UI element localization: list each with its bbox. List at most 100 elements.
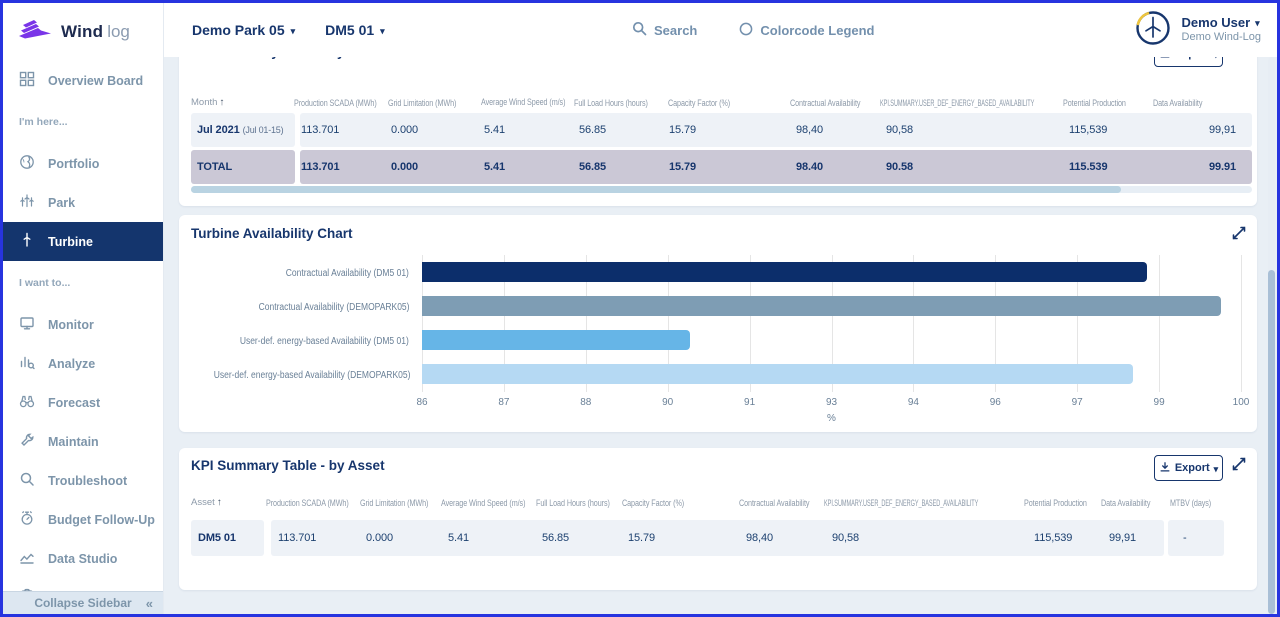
- sidebar-item-park[interactable]: Park: [3, 183, 163, 222]
- search-button[interactable]: Search: [632, 21, 697, 39]
- sidebar-item-portfolio[interactable]: Portfolio: [3, 144, 163, 183]
- bar-category-label-text: User-def. energy-based Availability (DEM…: [214, 359, 411, 393]
- colorcode-legend-button[interactable]: Colorcode Legend: [739, 22, 874, 39]
- sidebar-item-label: Data Studio: [48, 552, 117, 566]
- topbar: Demo Park 05 ▾ DM5 01 ▾ Search Colorcode…: [164, 3, 1277, 57]
- circle-icon: [739, 22, 753, 39]
- wind-farm-icon: [19, 193, 35, 212]
- sidebar-item-label: Monitor: [48, 318, 94, 332]
- sidebar-item-turbine[interactable]: Turbine: [3, 222, 163, 261]
- bar-category-label-text: Contractual Availability (DEMOPARK05): [258, 291, 409, 325]
- x-tick-label: 86: [416, 397, 427, 408]
- sidebar-item-budget-follow-up[interactable]: Budget Follow-Up: [3, 500, 163, 539]
- sidebar-item-label: Portfolio: [48, 157, 99, 171]
- park-selector-dropdown[interactable]: Demo Park 05 ▾: [192, 22, 295, 38]
- cell-value: 115.539: [1069, 161, 1107, 173]
- table-row: DM5 01113.7010.0005.4156.8515.7998,4090,…: [179, 520, 1257, 556]
- kpi-summary-month-card: KPI Summary Table - by Month Export ▾ Mo…: [179, 57, 1257, 206]
- download-icon: [1159, 57, 1171, 62]
- expand-icon[interactable]: [1231, 225, 1247, 241]
- cell-value: 99,91: [1109, 532, 1136, 544]
- bar-row: [422, 255, 1241, 289]
- vertical-scrollbar-thumb[interactable]: [1268, 270, 1275, 614]
- x-tick-label: 88: [580, 397, 591, 408]
- bar-row: [422, 323, 1241, 357]
- cell-value: 15.79: [669, 161, 696, 173]
- cell-value: 56.85: [542, 532, 569, 544]
- wrench-icon: [19, 432, 35, 451]
- brand-name: Windlog: [61, 22, 130, 42]
- column-header: Contractual Availability: [790, 98, 860, 108]
- sidebar-item-data-studio[interactable]: Data Studio: [3, 539, 163, 578]
- sidebar-item-label: Overview Board: [48, 74, 143, 88]
- user-menu[interactable]: Demo User▾ Demo Wind-Log: [1134, 3, 1261, 57]
- column-header: Grid Limitation (MWh): [388, 98, 456, 108]
- sidebar-item-label: Analyze: [48, 357, 95, 371]
- topbar-center: Search Colorcode Legend: [632, 3, 875, 57]
- x-tick-label: 99: [1154, 397, 1165, 408]
- cell-value: 15.79: [669, 124, 696, 136]
- chevron-down-icon: ▾: [1255, 16, 1260, 31]
- avatar: [1134, 9, 1172, 52]
- sidebar-item-label: Budget Follow-Up: [48, 513, 155, 527]
- expand-icon[interactable]: [1231, 456, 1247, 472]
- bar-row: [422, 357, 1241, 391]
- x-tick-label: 93: [826, 397, 837, 408]
- mtbv-value: -: [1183, 532, 1187, 544]
- row-label: DM5 01: [198, 532, 236, 544]
- column-header: Grid Limitation (MWh): [360, 498, 428, 508]
- chart-x-axis: 86878890919394969799100: [422, 397, 1241, 410]
- horizontal-scrollbar-thumb[interactable]: [191, 186, 1121, 193]
- line-chart-icon: [19, 549, 35, 568]
- turbine-selector-label: DM5 01: [325, 22, 374, 38]
- stopwatch-icon: [19, 510, 35, 529]
- asset-table-header: Asset↑Production SCADA (MWh)Grid Limitat…: [179, 488, 1257, 508]
- user-info: Demo User▾ Demo Wind-Log: [1182, 15, 1261, 45]
- row-label: Jul 2021 (Jul 01-15): [197, 124, 283, 136]
- sidebar-item-overview-board[interactable]: Overview Board: [3, 61, 163, 100]
- cell-value: 99.91: [1209, 161, 1236, 173]
- bar-category-label: User-def. energy-based Availability (DM5…: [179, 323, 409, 357]
- export-button[interactable]: Export ▾: [1154, 455, 1223, 481]
- sidebar-item-maintain[interactable]: Maintain: [3, 422, 163, 461]
- x-tick-label: 91: [744, 397, 755, 408]
- sidebar-item-monitor[interactable]: Monitor: [3, 305, 163, 344]
- column-header: KPI.SUMMARY.USER_DEF_ENERGY_BASED_AVAILA…: [880, 98, 1034, 108]
- sidebar-item-label: Turbine: [48, 235, 93, 249]
- cell-value: 56.85: [579, 161, 606, 173]
- monitor-icon: [19, 315, 35, 334]
- user-name[interactable]: Demo User▾: [1182, 15, 1260, 30]
- column-header-sort[interactable]: Month↑: [191, 97, 224, 108]
- table-row: TOTAL 113.7010.0005.4156.8515.7998.4090.…: [179, 150, 1257, 184]
- context-selectors: Demo Park 05 ▾ DM5 01 ▾: [192, 3, 385, 57]
- availability-bar: [422, 364, 1133, 384]
- cell-value: 98,40: [746, 532, 773, 544]
- turbine-selector-dropdown[interactable]: DM5 01 ▾: [325, 22, 385, 38]
- export-button[interactable]: Export ▾: [1154, 57, 1223, 67]
- cell-value: 98,40: [796, 124, 823, 136]
- chart-plot-area: [422, 255, 1241, 392]
- x-tick-label: 100: [1233, 397, 1250, 408]
- sidebar: Windlog Overview Board I'm here... Portf…: [3, 3, 164, 614]
- sidebar-item-label: Troubleshoot: [48, 474, 127, 488]
- column-header: Potential Production: [1024, 498, 1087, 508]
- cell-value: 90.58: [886, 161, 913, 173]
- sidebar-item-label: Forecast: [48, 396, 100, 410]
- park-selector-label: Demo Park 05: [192, 22, 285, 38]
- app-logo[interactable]: Windlog: [3, 3, 163, 61]
- sidebar-item-troubleshoot[interactable]: Troubleshoot: [3, 461, 163, 500]
- sidebar-item-analyze[interactable]: Analyze: [3, 344, 163, 383]
- download-icon: [1159, 461, 1171, 476]
- sidebar-item-forecast[interactable]: Forecast: [3, 383, 163, 422]
- column-header-sort[interactable]: Asset↑: [191, 497, 222, 508]
- collapse-sidebar-button[interactable]: Collapse Sidebar «: [3, 591, 163, 614]
- column-header: Data Availability: [1153, 98, 1202, 108]
- chevron-down-icon: ▾: [291, 26, 296, 37]
- column-header: Production SCADA (MWh): [294, 98, 377, 108]
- cell-value: 0.000: [366, 532, 393, 544]
- month-card-title: KPI Summary Table - by Month: [191, 57, 389, 59]
- chart-title: Turbine Availability Chart: [191, 226, 353, 241]
- main-content: KPI Summary Table - by Month Export ▾ Mo…: [164, 57, 1277, 614]
- turbine-availability-chart-card: Turbine Availability Chart Contractual A…: [179, 215, 1257, 432]
- cell-value: 113.701: [301, 161, 339, 173]
